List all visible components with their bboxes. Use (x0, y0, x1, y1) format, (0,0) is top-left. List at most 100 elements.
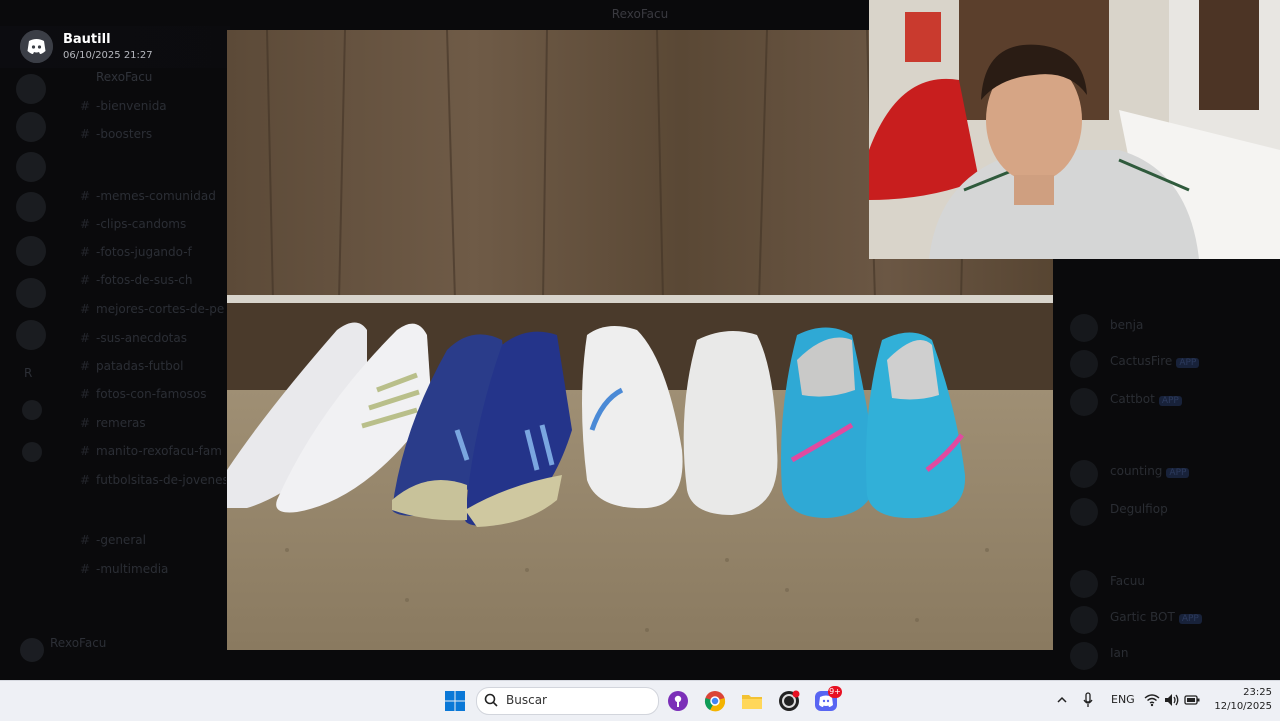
channel-label: -fotos-de-sus-ch (96, 273, 193, 287)
channel-label: fotos-con-famosos (96, 387, 207, 401)
channel-list: # -bienvenida # -boosters # -memes-comunida… (56, 64, 226, 644)
channel-item[interactable]: # remeras (56, 413, 226, 433)
search-icon (484, 693, 498, 707)
app-badge: APP (1158, 396, 1182, 406)
channel-item[interactable]: # futbolsitas-de-jovenes (56, 470, 226, 490)
server-icon[interactable] (16, 112, 46, 142)
member-name: Cattbot (1110, 392, 1155, 406)
channel-label: remeras (96, 416, 146, 430)
microphone-icon[interactable] (1082, 692, 1094, 708)
channel-label: -fotos-jugando-f (96, 245, 192, 259)
avatar (20, 638, 44, 662)
channel-item[interactable]: # -fotos-jugando-f (56, 242, 226, 262)
server-list: R (0, 56, 60, 676)
avatar (1070, 606, 1098, 634)
poster-avatar[interactable] (20, 30, 53, 63)
channel-item[interactable]: # -fotos-de-sus-ch (56, 270, 226, 290)
streamer-webcam (869, 0, 1280, 259)
member-item[interactable]: Gartic BOT APP (1070, 604, 1280, 638)
discord-logo-icon (20, 30, 53, 63)
member-item[interactable]: Facuu (1070, 568, 1280, 602)
taskbar-app[interactable] (778, 690, 800, 712)
channel-label: -boosters (96, 127, 153, 141)
member-item[interactable]: benja (1070, 312, 1280, 346)
taskbar-app[interactable] (667, 690, 689, 712)
server-icon[interactable] (16, 74, 46, 104)
channel-label: -bienvenida (96, 99, 167, 113)
language-indicator[interactable]: ENG (1111, 693, 1135, 706)
webcam-overlay (869, 0, 1280, 259)
obs-icon (779, 690, 800, 711)
member-name: benja (1110, 318, 1144, 332)
channel-item[interactable]: # mejores-cortes-de-pe (56, 299, 226, 319)
search-placeholder[interactable]: Buscar (506, 693, 547, 707)
member-name: counting (1110, 464, 1163, 478)
poster-name[interactable]: Bautill (63, 32, 111, 47)
explore-icon[interactable] (22, 442, 42, 462)
server-icon[interactable] (16, 192, 46, 222)
chevron-up-icon[interactable] (1056, 694, 1068, 706)
server-icon[interactable] (16, 278, 46, 308)
file-explorer-icon (742, 695, 762, 709)
member-item[interactable]: Cattbot APP (1070, 386, 1280, 420)
channel-item[interactable]: # -clips-candoms (56, 214, 226, 234)
member-name: Gartic BOT (1110, 610, 1175, 624)
user-panel-name: RexoFacu (50, 636, 107, 650)
channel-item[interactable]: # -boosters (56, 124, 226, 144)
channel-item[interactable]: # -bienvenida (56, 96, 226, 116)
channel-item[interactable]: # patadas-futbol (56, 356, 226, 376)
add-server-icon[interactable] (22, 400, 42, 420)
member-item[interactable]: counting APP (1070, 458, 1280, 492)
app-badge: APP (1178, 614, 1202, 624)
server-icon[interactable] (16, 236, 46, 266)
member-item[interactable]: Ian (1070, 640, 1280, 674)
avatar (1070, 350, 1098, 378)
channel-label: mejores-cortes-de-pe (96, 302, 225, 316)
channel-label: -general (96, 533, 146, 547)
member-item[interactable]: Degulfiop (1070, 496, 1280, 530)
taskbar-app[interactable] (704, 690, 726, 712)
avatar (1070, 642, 1098, 670)
battery-icon[interactable] (1184, 694, 1200, 706)
discord-app-window: RexoFacu R RexoFacu # -bienvenida # -boost… (0, 0, 1280, 680)
podcast-app-icon (668, 691, 688, 711)
app-badge: APP (1176, 358, 1200, 368)
channel-label: -clips-candoms (96, 217, 187, 231)
channel-label: manito-rexofacu-fam (96, 444, 222, 458)
channel-label: -sus-anecdotas (96, 331, 187, 345)
channel-item[interactable]: # manito-rexofacu-fam (56, 441, 226, 461)
channel-item[interactable]: # fotos-con-famosos (56, 384, 226, 404)
channel-item[interactable]: # -multimedia (56, 559, 226, 579)
clock-time: 23:25 (1243, 687, 1272, 698)
member-name: Ian (1110, 646, 1129, 660)
member-name: Facuu (1110, 574, 1145, 588)
user-panel[interactable]: RexoFacu (20, 632, 220, 672)
system-clock[interactable]: 23:25 12/10/2025 (1208, 686, 1272, 714)
channel-item[interactable]: # -general (56, 530, 226, 550)
channel-item[interactable]: # -memes-comunidad (56, 186, 226, 206)
wifi-icon[interactable] (1144, 693, 1160, 707)
notification-badge: 9+ (828, 686, 842, 698)
member-list: benja CactusFire APP Cattbot APP counting A… (1056, 280, 1280, 680)
start-button[interactable] (444, 690, 466, 712)
taskbar-search[interactable] (476, 687, 659, 715)
channel-label: patadas-futbol (96, 359, 184, 373)
taskbar-app[interactable] (741, 690, 763, 712)
avatar (1070, 314, 1098, 342)
channel-label: -memes-comunidad (96, 189, 216, 203)
speaker-icon[interactable] (1164, 693, 1180, 707)
windows-logo-icon (445, 691, 465, 711)
server-icon[interactable] (16, 320, 46, 350)
channel-label: futbolsitas-de-jovenes (96, 473, 226, 487)
channel-label: -multimedia (96, 562, 169, 576)
post-timestamp: 06/10/2025 21:27 (63, 50, 153, 61)
avatar (1070, 498, 1098, 526)
clock-date: 12/10/2025 (1214, 701, 1272, 712)
server-icon[interactable] (16, 152, 46, 182)
member-item[interactable]: CactusFire APP (1070, 348, 1280, 382)
avatar (1070, 570, 1098, 598)
server-initial[interactable]: R (24, 366, 32, 380)
chrome-icon (704, 691, 726, 712)
channel-item[interactable]: # -sus-anecdotas (56, 328, 226, 348)
avatar (1070, 388, 1098, 416)
